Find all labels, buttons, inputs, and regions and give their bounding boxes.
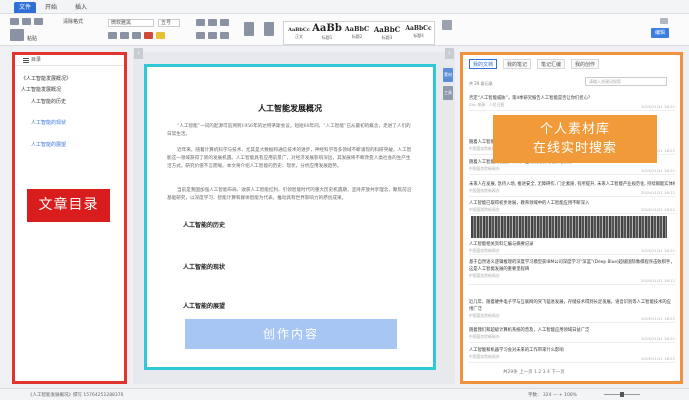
- list-item[interactable]: 人工智能已取得初步进展，教育领域中的人工智能应用不断深入 中国国务院新闻办 20…: [469, 200, 675, 214]
- indent-icon[interactable]: [220, 19, 229, 26]
- highlight-icon[interactable]: [156, 32, 165, 39]
- material-search-input[interactable]: 请输入关键词搜索: [585, 77, 667, 86]
- material-tool-button[interactable]: 素材: [443, 68, 453, 82]
- zoom-slider-handle[interactable]: [620, 392, 624, 397]
- tab-my-creations[interactable]: 我的创作: [571, 59, 600, 69]
- tab-my-notes[interactable]: 我的笔记: [503, 59, 532, 69]
- create-content-overlay: 创作内容: [185, 319, 397, 349]
- outline-item-outlook[interactable]: 人工智能的展望: [31, 141, 66, 148]
- outline-item-status[interactable]: 人工智能的现状: [31, 119, 66, 126]
- italic-icon[interactable]: [120, 32, 129, 39]
- list-item[interactable]: 人工智能和机器学习会对未来的工作带来什么影响 中国国务院新闻办 2019/11/…: [469, 347, 675, 363]
- style-heading-1[interactable]: AaBb 标题1: [312, 23, 342, 41]
- font-color-icon[interactable]: [144, 32, 153, 39]
- status-document-info: 《人工智能发展概况》撰写 15764251288376: [28, 393, 124, 398]
- tab-file[interactable]: 文件: [14, 2, 37, 13]
- writing-app: 文件 开始 插入 清除格式 粘贴 微软雅黑 五号 AaBbCc 正文 AaBb …: [0, 0, 689, 400]
- document-title: 人工智能发展概况: [258, 104, 322, 113]
- scanned-text-image: [471, 216, 667, 238]
- outline-overlay-label: 文章目录: [27, 189, 110, 222]
- save-icon[interactable]: [10, 18, 19, 25]
- style-normal[interactable]: AaBbCc 正文: [288, 23, 310, 40]
- style-heading-2[interactable]: AaBbC 标题2: [343, 23, 371, 40]
- outline-item-title[interactable]: 人工智能发展概况: [21, 86, 61, 93]
- list-item[interactable]: 未来人在发展, 急待入场, 推进安全, 无障碍作, 门企素质, 有所提升, 未来…: [469, 181, 675, 197]
- material-overlay-line-2: 在线实时搜索: [532, 141, 617, 156]
- document-page[interactable]: 人工智能发展概况 “人工智能”一词的起源可追溯到1956年的达特茅斯会议。短短6…: [144, 64, 436, 370]
- style-heading-4[interactable]: AaBbCc 标题4: [403, 23, 434, 39]
- tab-my-docs[interactable]: 我的文档: [469, 59, 498, 69]
- tab-home[interactable]: 开始: [40, 2, 62, 13]
- align-center-icon[interactable]: [208, 32, 217, 39]
- menu-icon[interactable]: [23, 58, 29, 63]
- outline-header-label: 目录: [31, 57, 42, 63]
- paste-icon[interactable]: [10, 29, 24, 41]
- material-overlay-label: 个人素材库 在线实时搜索: [493, 115, 657, 163]
- bold-icon[interactable]: [108, 32, 117, 39]
- clear-format-label[interactable]: 清除格式: [63, 18, 83, 25]
- line-spacing-icon[interactable]: [244, 22, 254, 36]
- find-icon[interactable]: [442, 20, 452, 30]
- material-overlay-line-1: 个人素材库: [539, 122, 610, 137]
- list-item[interactable]: 人工智能相关资料汇编与摘要记录 中国国务院新闻办 2019/11/21 16:2…: [469, 241, 675, 255]
- list-item[interactable]: 基于自然语义逻辑推理的深度学习模型获IBM公司深度学习“深蓝”(Deep Blu…: [469, 259, 675, 285]
- paste-label[interactable]: 粘贴: [27, 35, 37, 42]
- number-list-icon[interactable]: [208, 19, 217, 26]
- outline-item-doc[interactable]: 《人工智能发展概况》: [21, 75, 71, 82]
- material-panel: 我的文档 我的笔记 笔记汇编 我的创作 共 29 条记录 请输入关键词搜索 否定…: [460, 52, 683, 384]
- doc-paragraph-1: “人工智能”一词的起源可追溯到1956年的达特茅斯会议。短短60年间，“人工智能…: [167, 124, 411, 137]
- pagination[interactable]: 共29条 上一页 1 2 3 4 下一页: [503, 369, 565, 375]
- font-family-select[interactable]: 微软雅黑: [108, 19, 154, 27]
- style-heading-3[interactable]: AaBbC 标题3: [372, 23, 402, 41]
- redo-icon[interactable]: [34, 18, 43, 25]
- doc-paragraph-2: 近年来，随着计算机科学与技术、尤其是大数据和通信技术的进步，神经科学等多领域不断…: [167, 148, 412, 169]
- status-bar: 《人工智能发展概况》撰写 15764251288376 字数： 324 — + …: [0, 388, 689, 400]
- outline-item-history[interactable]: 人工智能的历史: [31, 98, 66, 105]
- result-count: 共 29 条记录: [469, 81, 493, 86]
- doc-paragraph-3: 当前是我国加强人工智能布局、收获人工智能红利、引领智能时代的重大历史机遇期，坚持…: [167, 188, 412, 201]
- chevron-left-icon[interactable]: ‹: [134, 48, 143, 59]
- collapse-ribbon-icon[interactable]: [660, 18, 668, 24]
- tab-insert[interactable]: 插入: [70, 2, 92, 13]
- chevron-right-icon[interactable]: ›: [445, 48, 454, 59]
- list-item[interactable]: 近几年，随着硬件电子学与互联网的突飞猛进发展，存储技术得到长足发展，语音识别等人…: [469, 299, 675, 323]
- doc-heading-outlook: 人工智能的展望: [183, 303, 226, 310]
- list-item[interactable]: 否定“人工智能威胁”，第4季研究报告人工智能是否让你们担心？ Zhy 来源：人民…: [469, 95, 675, 111]
- edit-button[interactable]: 编辑: [651, 28, 669, 38]
- tool-button[interactable]: 工具: [443, 86, 453, 100]
- status-word-count-zoom: 字数： 324 — + 100%: [528, 393, 577, 398]
- font-size-select[interactable]: 五号: [158, 19, 180, 27]
- list-item[interactable]: 随着我们和超级计算机系统的普及，人工智能应用领域日益广泛 中国国务院新闻办 20…: [469, 327, 675, 343]
- tab-note-collection[interactable]: 笔记汇编: [537, 59, 566, 69]
- align-left-icon[interactable]: [196, 32, 205, 39]
- bullet-list-icon[interactable]: [196, 19, 205, 26]
- align-right-icon[interactable]: [220, 32, 229, 39]
- style-gallery: AaBbCc 正文 AaBb 标题1 AaBbC 标题2 AaBbC 标题3 A…: [283, 21, 435, 45]
- undo-icon[interactable]: [22, 18, 31, 25]
- ribbon-tab-bar: 文件 开始 插入: [0, 0, 689, 14]
- doc-heading-history: 人工智能的历史: [183, 222, 226, 229]
- paragraph-icon[interactable]: [264, 22, 274, 36]
- outline-header: 目录: [15, 55, 124, 66]
- underline-icon[interactable]: [132, 32, 141, 39]
- doc-heading-status: 人工智能的现状: [183, 264, 226, 271]
